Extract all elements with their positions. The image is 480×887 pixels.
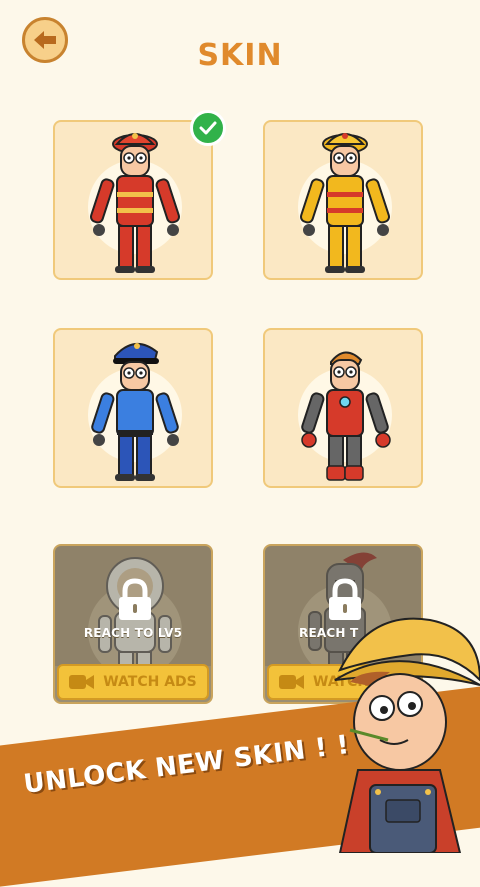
skin-card-astronaut[interactable]: REACH TO LV5 WATCH ADS [53,544,213,704]
skin-card-firefighter-red[interactable] [53,120,213,280]
page-title: SKIN [197,38,283,73]
video-camera-icon [279,675,304,689]
skin-card-firefighter-yellow[interactable] [263,120,423,280]
watch-ads-label: WATCH ADS [103,674,197,690]
skin-card-police[interactable] [53,328,213,488]
lock-icon [119,578,151,620]
video-camera-icon [69,675,95,689]
ironman-character [301,351,391,481]
police-character [91,343,179,481]
watch-ads-button[interactable]: WATCH ADS [57,664,209,700]
lock-requirement-text: REACH TO LV5 [83,626,183,640]
selected-check-icon [190,110,226,146]
firefighter-red-character [89,133,181,273]
farmer-mascot [334,617,480,853]
skin-card-ironman[interactable] [263,328,423,488]
firefighter-yellow-character [299,133,391,273]
